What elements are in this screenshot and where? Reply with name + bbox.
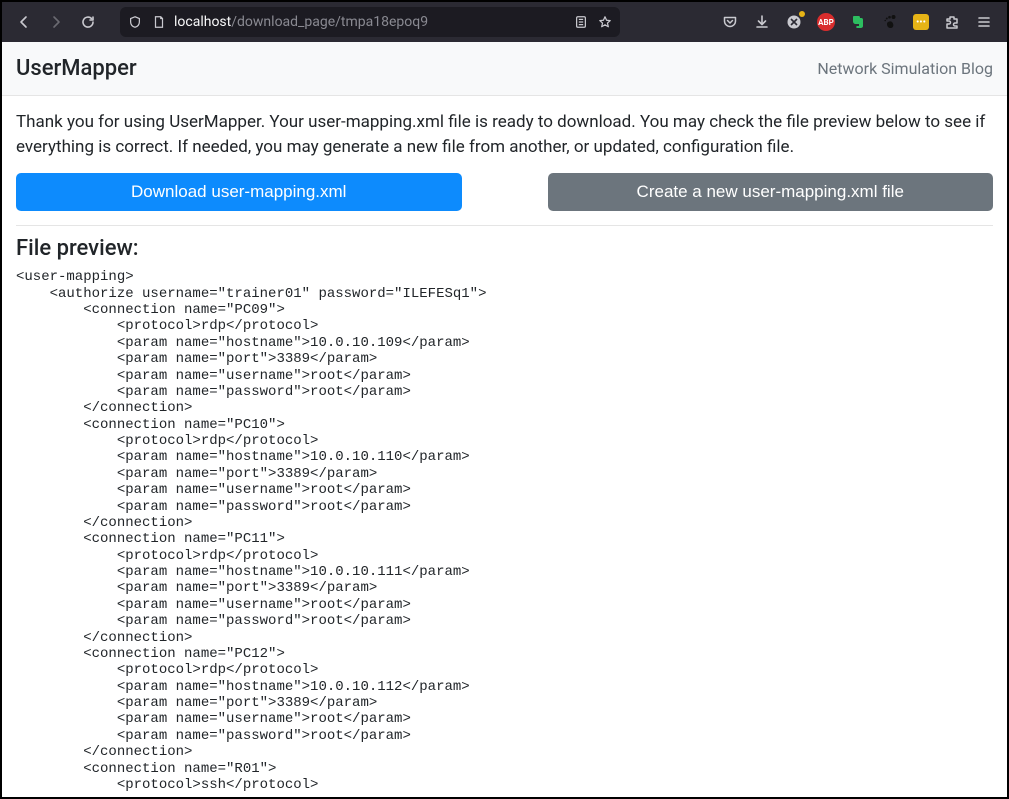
reload-button[interactable] [74,8,102,36]
pocket-icon[interactable] [721,13,739,31]
abp-icon[interactable]: ABP [817,13,835,31]
hamburger-menu-icon[interactable] [975,13,993,31]
browser-toolbar: localhost/download_page/tmpa18epoq9 ABP … [2,2,1007,42]
page-content: UserMapper Network Simulation Blog Thank… [2,42,1007,797]
downloads-icon[interactable] [753,13,771,31]
back-button[interactable] [10,8,38,36]
url-text: localhost/download_page/tmpa18epoq9 [174,14,428,30]
toolbar-right: ABP ••• [721,13,999,31]
extensions-icon[interactable] [943,13,961,31]
reader-mode-icon[interactable] [572,15,590,29]
button-row: Download user-mapping.xml Create a new u… [16,173,993,211]
bookmark-star-icon[interactable] [596,15,614,29]
download-button[interactable]: Download user-mapping.xml [16,173,462,211]
page-subtitle: Network Simulation Blog [817,59,993,78]
ublock-icon[interactable] [785,13,803,31]
evernote-icon[interactable] [849,13,867,31]
page-icon [150,15,168,29]
intro-text: Thank you for using UserMapper. Your use… [16,110,993,159]
gnome-foot-icon[interactable] [881,13,899,31]
create-new-button[interactable]: Create a new user-mapping.xml file [548,173,994,211]
page-title: UserMapper [16,56,137,81]
file-preview-content: <user-mapping> <authorize username="trai… [16,269,993,793]
extension-yellow-icon[interactable]: ••• [913,14,929,30]
shield-icon [126,15,144,29]
url-bar[interactable]: localhost/download_page/tmpa18epoq9 [120,7,620,37]
file-preview-heading: File preview: [16,236,993,261]
forward-button[interactable] [42,8,70,36]
page-header: UserMapper Network Simulation Blog [2,42,1007,96]
divider [16,225,993,226]
